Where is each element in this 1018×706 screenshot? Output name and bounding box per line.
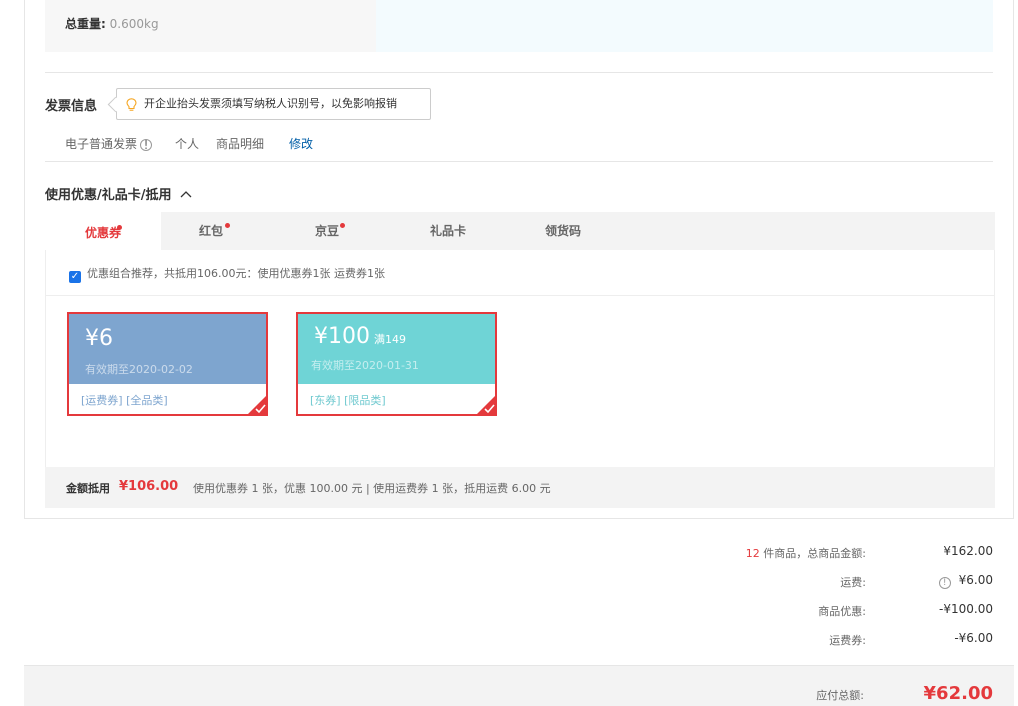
weight-label: 总重量: (65, 17, 106, 31)
goods-total-label: 12 件商品，总商品金额: (746, 545, 866, 561)
tab-label: 京豆 (314, 224, 339, 238)
payable-label: 应付总额: (816, 689, 864, 702)
coupon-card[interactable]: ¥100 满149 有效期至2020-01-31 [东券] [限品类] (296, 312, 497, 416)
discount-title-label: 使用优惠/礼品卡/抵用 (45, 188, 172, 203)
tab-redeem-code[interactable]: 领货码 (513, 212, 613, 250)
info-icon[interactable]: ! (938, 577, 951, 589)
weight-highlight (376, 0, 993, 52)
coupon-value: ¥100 (314, 324, 370, 349)
coupon-tags: [东券] [限品类] (310, 394, 386, 407)
discount-tabs: 优惠券 红包 京豆 礼品卡 领货码 (45, 212, 995, 250)
new-dot (340, 223, 345, 228)
invoice-type: 电子普通发票! (65, 135, 153, 152)
chevron-up-icon (180, 191, 192, 198)
new-dot (117, 225, 122, 230)
shipping-amount: ¥6.00 (958, 573, 993, 587)
invoice-edit-link[interactable]: 修改 (289, 135, 313, 152)
selected-check-icon (475, 394, 497, 416)
payable-bar: 应付总额: ¥62.00 (24, 665, 1014, 706)
shipping-value: ! ¥6.00 (938, 573, 993, 589)
coupon-expiry: 有效期至2020-02-02 (85, 363, 193, 376)
tab-label: 礼品卡 (429, 224, 466, 238)
coupon-value: ¥6 (85, 326, 113, 351)
tab-label: 领货码 (544, 224, 581, 238)
tab-gift-card[interactable]: 礼品卡 (398, 212, 498, 250)
tab-label: 红包 (198, 224, 223, 238)
item-count: 12 (745, 547, 760, 560)
divider (45, 72, 993, 73)
discount-summary: 金额抵用 ¥106.00 使用优惠券 1 张，优惠 100.00 元 | 使用运… (45, 467, 995, 508)
tab-label: 优惠券 (84, 226, 121, 240)
coupon-face: ¥100 满149 有效期至2020-01-31 (298, 314, 495, 384)
shipping-coupon-value: -¥6.00 (954, 631, 993, 645)
payable-amount: ¥62.00 (923, 683, 993, 704)
invoice-title: 发票信息 (45, 99, 98, 114)
coupon-tags: [运费券] [全品类] (81, 394, 168, 407)
promo-label: 商品优惠: (818, 605, 866, 618)
divider (46, 295, 994, 296)
invoice-type-label: 电子普通发票 (65, 137, 138, 151)
tab-coupons[interactable]: 优惠券 (45, 212, 161, 250)
tab-red-packets[interactable]: 红包 (161, 212, 261, 250)
invoice-content: 商品明细 (216, 137, 265, 151)
goods-total-value: ¥162.00 (943, 544, 993, 558)
new-dot (225, 223, 230, 228)
weight-value: 0.600kg (109, 17, 159, 31)
tab-jingdou[interactable]: 京豆 (277, 212, 377, 250)
recommend-combo[interactable]: ✓ 优惠组合推荐，共抵用106.00元：使用优惠券1张 运费券1张 (69, 267, 385, 283)
discount-title[interactable]: 使用优惠/礼品卡/抵用 (45, 184, 192, 203)
invoice-tooltip: 开企业抬头发票须填写纳税人识别号，以免影响报销 (116, 88, 431, 120)
divider (45, 161, 993, 162)
selected-check-icon (246, 394, 268, 416)
coupon-condition: 满149 (374, 333, 406, 346)
coupon-amount: ¥6 (85, 326, 113, 351)
promo-value: -¥100.00 (939, 602, 993, 616)
info-icon[interactable]: ! (140, 139, 153, 151)
checkbox-checked-icon[interactable]: ✓ (69, 271, 81, 283)
bulb-icon (126, 98, 137, 111)
total-weight: 总重量: 0.600kg (65, 15, 159, 32)
coupon-card[interactable]: ¥6 有效期至2020-02-02 [运费券] [全品类] (67, 312, 268, 416)
shipping-coupon-label: 运费券: (829, 634, 866, 647)
goods-total-text: 件商品，总商品金额: (759, 547, 866, 560)
coupon-amount: ¥100 满149 (314, 324, 406, 349)
summary-amount: ¥106.00 (119, 479, 179, 494)
coupon-expiry: 有效期至2020-01-31 (311, 359, 419, 372)
recommend-text: 优惠组合推荐，共抵用106.00元：使用优惠券1张 运费券1张 (87, 267, 385, 280)
shipping-label: 运费: (840, 576, 866, 589)
summary-label: 金额抵用 (66, 482, 110, 495)
coupon-face: ¥6 有效期至2020-02-02 (69, 314, 266, 384)
tooltip-text: 开企业抬头发票须填写纳税人识别号，以免影响报销 (144, 97, 397, 110)
summary-desc: 使用优惠券 1 张，优惠 100.00 元 | 使用运费券 1 张，抵用运费 6… (193, 482, 551, 495)
invoice-holder: 个人 (175, 137, 200, 151)
